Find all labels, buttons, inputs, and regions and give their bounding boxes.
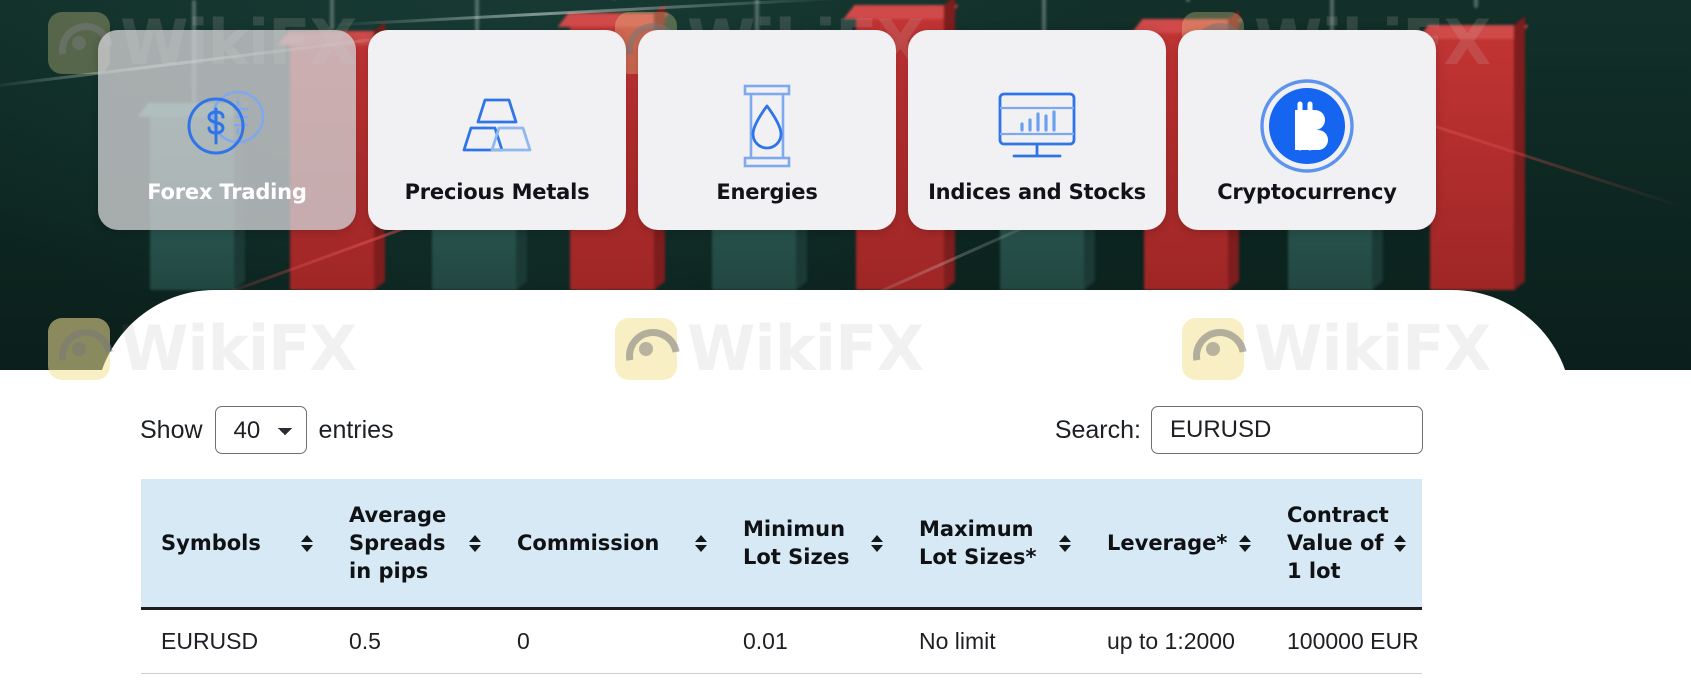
oil-barrel-icon <box>735 76 799 176</box>
column-header-minimum-lot-sizes[interactable]: Minimun Lot Sizes <box>723 479 899 609</box>
column-header-label: Leverage* <box>1107 531 1228 556</box>
entries-label: entries <box>318 415 394 444</box>
column-header-label: Contract Value of 1 lot <box>1287 503 1389 584</box>
gold-bars-icon <box>449 76 545 176</box>
bitcoin-icon <box>1259 76 1355 176</box>
show-entries-control: Show 10254050100 entries <box>140 406 394 454</box>
category-card-precious-metals[interactable]: Precious Metals <box>368 30 626 230</box>
monitor-chart-icon <box>992 76 1082 176</box>
sort-icon[interactable] <box>1059 530 1071 556</box>
table-head: Symbols Average Spreads in pips Commissi… <box>141 479 1422 609</box>
sort-icon[interactable] <box>301 530 313 556</box>
cell-commission: 0 <box>497 608 723 675</box>
cell-max-lot-size: No limit <box>899 608 1087 675</box>
column-header-symbols[interactable]: Symbols <box>141 479 329 609</box>
cell-symbol: EURUSD <box>141 608 329 675</box>
category-card-label: Forex Trading <box>147 180 307 204</box>
search-label: Search: <box>1054 415 1141 444</box>
cell-min-lot-size: 0.01 <box>723 608 899 675</box>
page-root: WikiFX WikiFX WikiFX WikiFX WikiFX WikiF… <box>0 0 1691 697</box>
cell-leverage: up to 1:2000 <box>1087 608 1267 675</box>
entries-per-page-select[interactable]: 10254050100 <box>214 406 307 454</box>
currency-coins-icon <box>181 76 273 176</box>
category-card-forex-trading[interactable]: Forex Trading <box>98 30 356 230</box>
category-card-label: Energies <box>716 180 818 204</box>
sort-icon[interactable] <box>1394 530 1406 556</box>
category-card-label: Precious Metals <box>404 180 590 204</box>
column-header-average-spreads[interactable]: Average Spreads in pips <box>329 479 497 609</box>
column-header-contract-value[interactable]: Contract Value of 1 lot <box>1267 479 1422 609</box>
category-card-label: Indices and Stocks <box>928 180 1146 204</box>
cell-contract-value: 100000 EUR <box>1267 608 1422 675</box>
sort-icon[interactable] <box>1239 530 1251 556</box>
table-row: EURUSD 0.5 0 0.01 No limit up to 1:2000 … <box>141 608 1422 675</box>
column-header-label: Commission <box>517 531 660 556</box>
sort-icon[interactable] <box>695 530 707 556</box>
table-body: EURUSD 0.5 0 0.01 No limit up to 1:2000 … <box>141 608 1422 675</box>
search-control: Search: <box>1055 406 1423 454</box>
table-header-row: Symbols Average Spreads in pips Commissi… <box>141 479 1422 609</box>
column-header-leverage[interactable]: Leverage* <box>1087 479 1267 609</box>
show-label: Show <box>140 415 203 444</box>
cell-average-spread: 0.5 <box>329 608 497 675</box>
category-card-list: Forex Trading Precious Metals Energies I… <box>98 30 1436 230</box>
category-card-indices-and-stocks[interactable]: Indices and Stocks <box>908 30 1166 230</box>
column-header-label: Maximum Lot Sizes* <box>919 517 1037 570</box>
column-header-label: Average Spreads in pips <box>349 503 447 584</box>
column-header-label: Minimun Lot Sizes <box>743 517 850 570</box>
category-card-energies[interactable]: Energies <box>638 30 896 230</box>
column-header-maximum-lot-sizes[interactable]: Maximum Lot Sizes* <box>899 479 1087 609</box>
table-controls: Show 10254050100 entries Search: <box>140 406 1423 454</box>
category-card-cryptocurrency[interactable]: Cryptocurrency <box>1178 30 1436 230</box>
column-header-label: Symbols <box>161 531 261 556</box>
instruments-table: Symbols Average Spreads in pips Commissi… <box>141 479 1422 675</box>
instruments-table-container: Symbols Average Spreads in pips Commissi… <box>141 479 1422 675</box>
category-card-label: Cryptocurrency <box>1217 180 1397 204</box>
sort-icon[interactable] <box>871 530 883 556</box>
sort-icon[interactable] <box>469 530 481 556</box>
search-input[interactable] <box>1151 406 1423 454</box>
column-header-commission[interactable]: Commission <box>497 479 723 609</box>
